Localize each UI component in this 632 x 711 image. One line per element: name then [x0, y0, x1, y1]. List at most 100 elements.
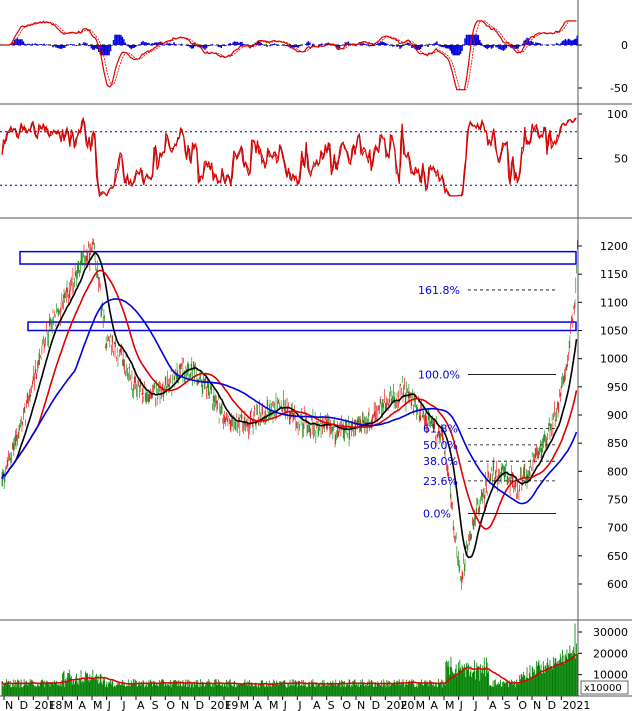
x-tick-label: J: [121, 699, 125, 711]
macd-histogram-bar: [453, 45, 456, 56]
macd-histogram-bar: [390, 45, 392, 46]
macd-histogram-bar: [61, 45, 63, 49]
macd-histogram-bar: [368, 45, 370, 47]
macd-histogram-bar: [285, 45, 288, 47]
x-tick-label: O: [166, 699, 175, 711]
macd-histogram-bar: [411, 45, 413, 48]
macd-histogram-bar: [52, 45, 54, 48]
macd-histogram-bar: [146, 42, 149, 45]
macd-histogram-bar: [59, 45, 62, 49]
macd-histogram-bar: [298, 45, 301, 47]
macd-histogram-bar: [321, 43, 323, 45]
macd-histogram-bar: [381, 41, 384, 45]
macd-histogram-bar: [269, 45, 271, 47]
x-tick-label: M: [445, 699, 455, 711]
macd-histogram-bar: [130, 45, 132, 50]
macd-histogram-bar: [340, 45, 342, 46]
macd-histogram-bar: [205, 45, 208, 49]
x-tick-label: A: [78, 699, 86, 711]
price-tick-label: 700: [607, 522, 628, 535]
x-tick-label: A: [430, 699, 438, 711]
macd-histogram-bar: [377, 43, 379, 45]
macd-histogram-bar: [204, 45, 206, 50]
macd-histogram-bar: [295, 45, 298, 48]
macd-histogram-bar: [388, 45, 391, 46]
macd-histogram-bar: [386, 43, 388, 45]
macd-histogram-bar: [108, 45, 110, 56]
price-tick-label: 800: [607, 465, 628, 478]
volume-tick-label: 10000: [593, 669, 628, 682]
x-tick-label: M: [269, 699, 279, 711]
x-tick-label: A: [137, 699, 145, 711]
macd-histogram-bar: [84, 42, 87, 45]
macd-tick-label: -50: [610, 82, 628, 95]
macd-histogram-bar: [452, 45, 454, 56]
macd-histogram-bar: [492, 45, 494, 48]
macd-histogram-bar: [391, 45, 394, 47]
macd-histogram-bar: [383, 42, 385, 45]
macd-histogram-bar: [406, 43, 409, 45]
macd-histogram-bar: [275, 44, 277, 45]
price-tick-label: 1200: [600, 240, 628, 253]
macd-histogram-bar: [230, 44, 233, 45]
macd-histogram-bar: [64, 45, 66, 48]
macd-histogram-bar: [313, 44, 316, 45]
macd-histogram-bar: [173, 42, 175, 45]
macd-histogram-bar: [43, 43, 45, 45]
macd-histogram-bar: [421, 45, 423, 47]
macd-histogram-bar: [563, 40, 565, 45]
macd-histogram-bar: [523, 40, 525, 45]
macd-histogram-bar: [217, 45, 220, 48]
x-tick-label: N: [533, 699, 541, 711]
macd-histogram-bar: [223, 45, 226, 47]
macd-histogram-bar: [90, 45, 93, 49]
stoch-k-line: [1, 116, 577, 198]
macd-histogram-bar: [400, 45, 403, 48]
macd-histogram-bar: [167, 43, 169, 45]
x-tick-label: D: [196, 699, 204, 711]
macd-histogram-bar: [483, 45, 485, 48]
x-tick-label: F: [49, 699, 55, 711]
macd-histogram-bar: [75, 45, 78, 47]
macd-histogram-bar: [227, 43, 230, 45]
x-tick-label: F: [401, 699, 407, 711]
macd-histogram-bar: [309, 42, 311, 45]
macd-histogram-bar: [34, 43, 36, 45]
macd-histogram-bar: [307, 41, 310, 45]
macd-histogram-bar: [129, 45, 131, 48]
macd-histogram-bar: [134, 45, 137, 47]
macd-histogram-bar: [266, 45, 268, 47]
macd-histogram-bar: [535, 42, 537, 45]
macd-histogram-bar: [378, 42, 381, 45]
x-tick-label: O: [342, 699, 351, 711]
macd-histogram-bar: [446, 45, 449, 49]
macd-histogram-bar: [281, 45, 283, 46]
macd-histogram-bar: [164, 44, 166, 45]
macd-histogram-bar: [501, 45, 503, 50]
macd-histogram-bar: [443, 45, 446, 48]
macd-histogram-bar: [38, 44, 41, 45]
macd-histogram-bar: [569, 39, 571, 45]
macd-histogram-bar: [263, 45, 265, 46]
macd-histogram-bar: [72, 44, 75, 45]
macd-histogram-bar: [477, 35, 480, 45]
macd-histogram-bar: [504, 45, 506, 50]
macd-histogram-bar: [115, 34, 118, 45]
macd-histogram-bar: [124, 42, 127, 45]
macd-histogram-bar: [306, 42, 308, 45]
macd-histogram-bar: [131, 45, 134, 49]
macd-histogram-bar: [468, 34, 471, 45]
macd-line: [2, 20, 577, 91]
macd-histogram-bar: [566, 40, 568, 45]
macd-histogram-bar: [445, 45, 447, 49]
macd-histogram-bar: [92, 45, 94, 50]
macd-histogram-bar: [16, 38, 19, 45]
macd-histogram-bar: [405, 43, 407, 45]
macd-histogram-bar: [121, 36, 124, 45]
macd-histogram-bar: [439, 45, 441, 47]
macd-histogram-bar: [149, 44, 152, 45]
macd-histogram-bar: [120, 34, 122, 45]
macd-histogram-bar: [551, 44, 553, 45]
macd-histogram-bar: [557, 43, 559, 45]
macd-histogram-bar: [539, 43, 542, 45]
